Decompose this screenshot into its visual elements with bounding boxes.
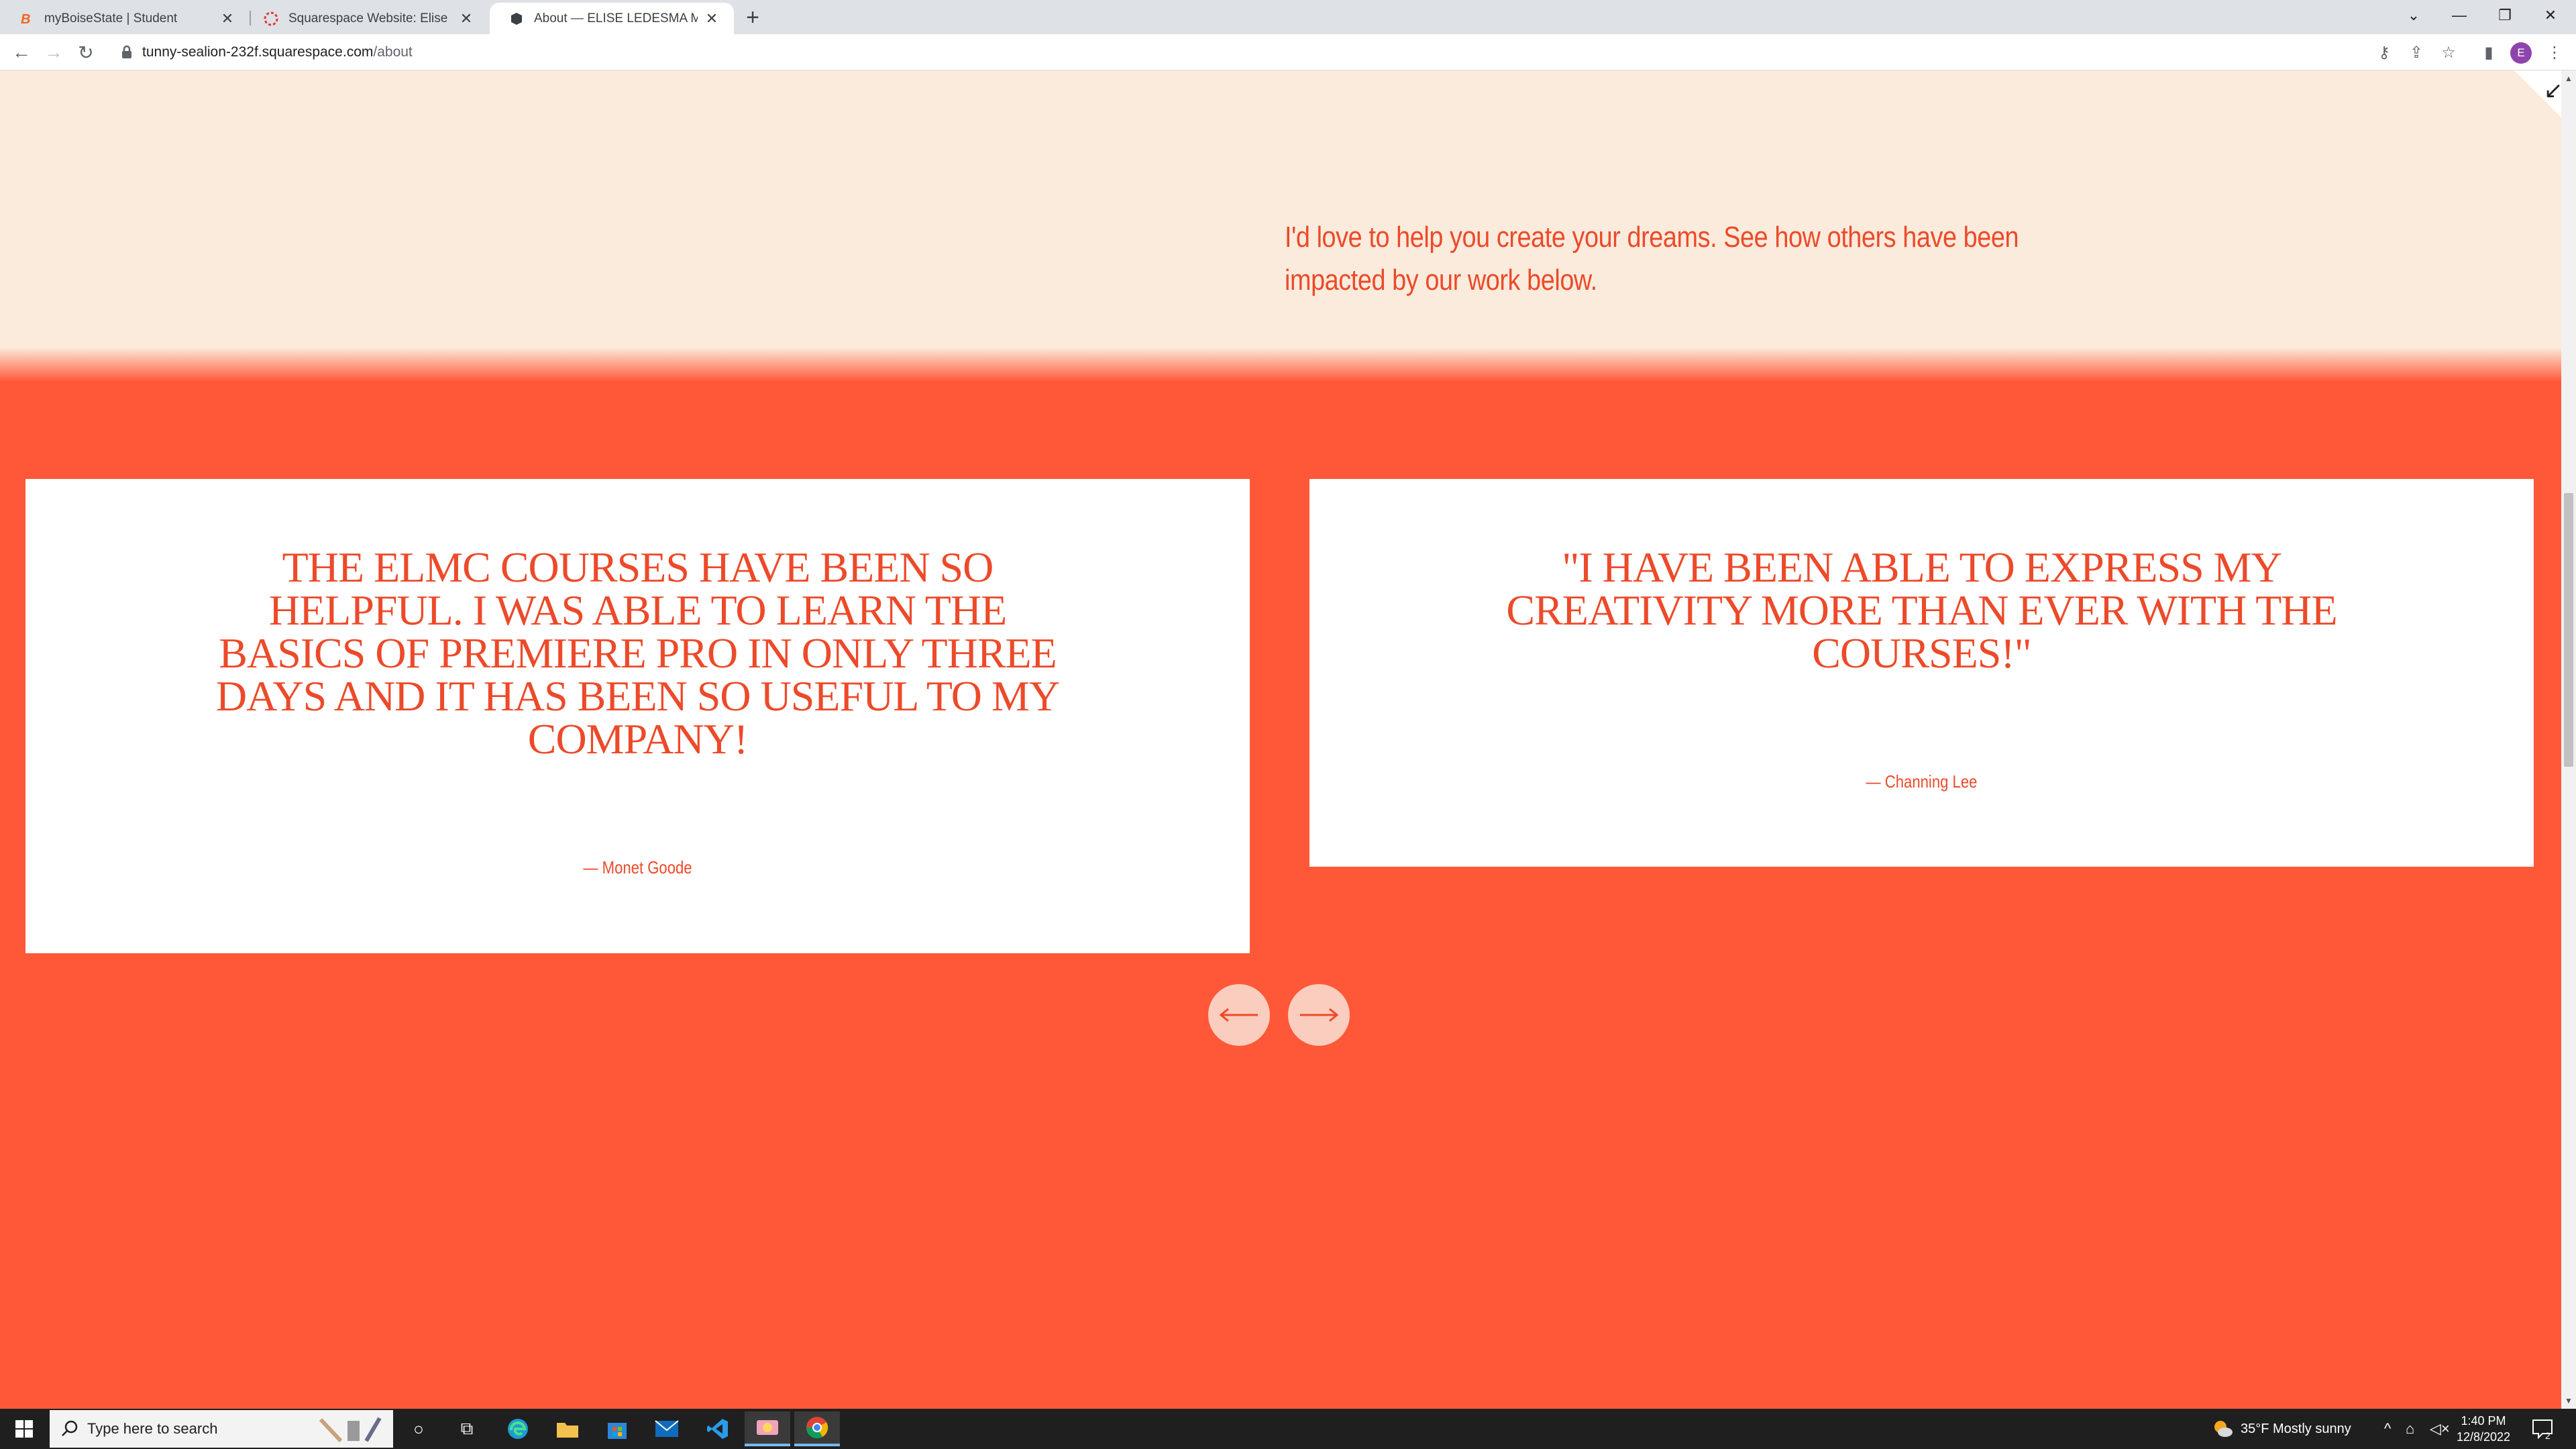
boisestate-icon: B — [19, 11, 35, 27]
share-icon[interactable]: ⇪ — [2406, 42, 2427, 63]
clock-time: 1:40 PM — [2461, 1414, 2506, 1428]
testimonial-quote: THE ELMC COURSES HAVE BEEN SO HELPFUL. I… — [215, 543, 1060, 763]
lock-icon[interactable] — [119, 45, 134, 60]
notification-center-icon[interactable]: 2 — [2532, 1409, 2553, 1449]
svg-text:B: B — [21, 12, 30, 26]
clock-date: 12/8/2022 — [2456, 1430, 2511, 1444]
tray-chevron-icon[interactable]: ^ — [2384, 1409, 2391, 1449]
scroll-down-icon[interactable]: ▼ — [2563, 1395, 2574, 1406]
tab-label: About — ELISE LEDESMA MEDIA — [534, 11, 698, 25]
search-placeholder: Type here to search — [87, 1420, 218, 1437]
store-icon[interactable] — [594, 1411, 640, 1446]
close-tab-icon[interactable]: ✕ — [703, 10, 720, 28]
weather-widget[interactable]: 35°F Mostly sunny — [2211, 1409, 2351, 1449]
weather-sun-icon — [2214, 1421, 2233, 1437]
testimonial-quote: "I HAVE BEEN ABLE TO EXPRESS MY CREATIVI… — [1506, 543, 2337, 677]
new-tab-button[interactable]: + — [741, 5, 765, 30]
reload-button[interactable]: ↻ — [74, 40, 98, 64]
testimonial-card: "I HAVE BEEN ABLE TO EXPRESS MY CREATIVI… — [1309, 479, 2534, 867]
key-icon[interactable]: ⚷ — [2373, 42, 2395, 63]
arrow-right-icon — [1300, 1008, 1339, 1022]
tab-squarespace[interactable]: Squarespace Website: Elise Ledesma ✕ — [244, 3, 488, 34]
testimonial-author: — Channing Lee — [1866, 771, 1978, 792]
intro-text: I'd love to help you create your dreams.… — [1285, 221, 2019, 297]
mail-icon[interactable] — [644, 1411, 690, 1446]
menu-kebab-icon[interactable]: ⋮ — [2544, 42, 2565, 63]
task-view-icon[interactable]: ⧉ — [444, 1411, 490, 1446]
page-scrollbar[interactable]: ▲ ▼ — [2561, 70, 2576, 1409]
address-bar[interactable]: tunny-sealion-232f.squarespace.com/about — [142, 42, 413, 62]
close-window-button[interactable]: ✕ — [2528, 0, 2573, 31]
vscode-icon[interactable] — [695, 1411, 741, 1446]
close-tab-icon[interactable]: ✕ — [458, 10, 475, 28]
tab-about[interactable]: About — ELISE LEDESMA MEDIA ✕ — [490, 3, 734, 34]
intro-section — [0, 70, 2561, 351]
edge-icon[interactable] — [495, 1411, 541, 1446]
minimize-button[interactable]: — — [2436, 0, 2482, 31]
url-path: /about — [373, 44, 413, 60]
section-fade — [0, 347, 2561, 382]
weather-text: 35°F Mostly sunny — [2241, 1421, 2351, 1436]
squarespace-icon — [263, 11, 279, 27]
file-explorer-icon[interactable] — [545, 1411, 590, 1446]
chrome-icon[interactable] — [794, 1411, 840, 1446]
forward-button[interactable]: → — [42, 40, 66, 64]
carousel-next-button[interactable] — [1288, 984, 1350, 1046]
tab-label: Squarespace Website: Elise Ledesma — [288, 11, 452, 25]
arrow-left-icon — [1219, 1008, 1258, 1022]
collapse-arrow-icon[interactable]: ↙ — [2544, 77, 2563, 104]
carousel-prev-button[interactable] — [1208, 984, 1270, 1046]
scrollbar-thumb[interactable] — [2564, 493, 2573, 767]
avatar[interactable]: E — [2510, 42, 2532, 64]
notification-count: 2 — [2545, 1430, 2551, 1441]
start-button[interactable] — [0, 1409, 48, 1449]
testimonial-author: — Monet Goode — [583, 857, 692, 877]
bookmark-star-icon[interactable]: ☆ — [2438, 42, 2459, 63]
tab-bar: B myBoiseState | Student ✕ Squarespace W… — [0, 0, 2576, 34]
windows-taskbar: Type here to search ○ ⧉ 35°F Mostly sunn… — [0, 1409, 2576, 1449]
volume-icon[interactable]: ◁× — [2430, 1409, 2450, 1449]
taskbar-search-box[interactable]: Type here to search — [50, 1410, 393, 1448]
photos-icon[interactable] — [745, 1411, 790, 1446]
testimonial-card: THE ELMC COURSES HAVE BEEN SO HELPFUL. I… — [25, 479, 1250, 953]
tab-search-icon[interactable]: ⌄ — [2391, 0, 2436, 31]
tab-myboisestate[interactable]: B myBoiseState | Student ✕ — [0, 3, 250, 34]
scroll-up-icon[interactable]: ▲ — [2563, 73, 2574, 84]
network-icon[interactable]: ⌂ — [2406, 1409, 2414, 1449]
restore-button[interactable]: ❐ — [2482, 0, 2528, 31]
tab-label: myBoiseState | Student — [44, 11, 178, 25]
url-host: tunny-sealion-232f.squarespace.com — [142, 44, 374, 60]
taskbar-clock[interactable]: 1:40 PM 12/8/2022 — [2453, 1413, 2514, 1445]
cortana-icon[interactable]: ○ — [396, 1411, 441, 1446]
browser-toolbar: ← → ↻ tunny-sealion-232f.squarespace.com… — [0, 34, 2576, 70]
back-button[interactable]: ← — [9, 40, 34, 64]
search-highlight-icon — [319, 1417, 382, 1443]
page-content: I'd love to help you create your dreams.… — [0, 70, 2561, 1409]
close-tab-icon[interactable]: ✕ — [219, 10, 236, 28]
windows-logo-icon — [15, 1420, 33, 1438]
site-icon — [508, 11, 525, 27]
search-icon — [62, 1420, 78, 1436]
side-panel-icon[interactable]: ▮ — [2478, 42, 2500, 63]
